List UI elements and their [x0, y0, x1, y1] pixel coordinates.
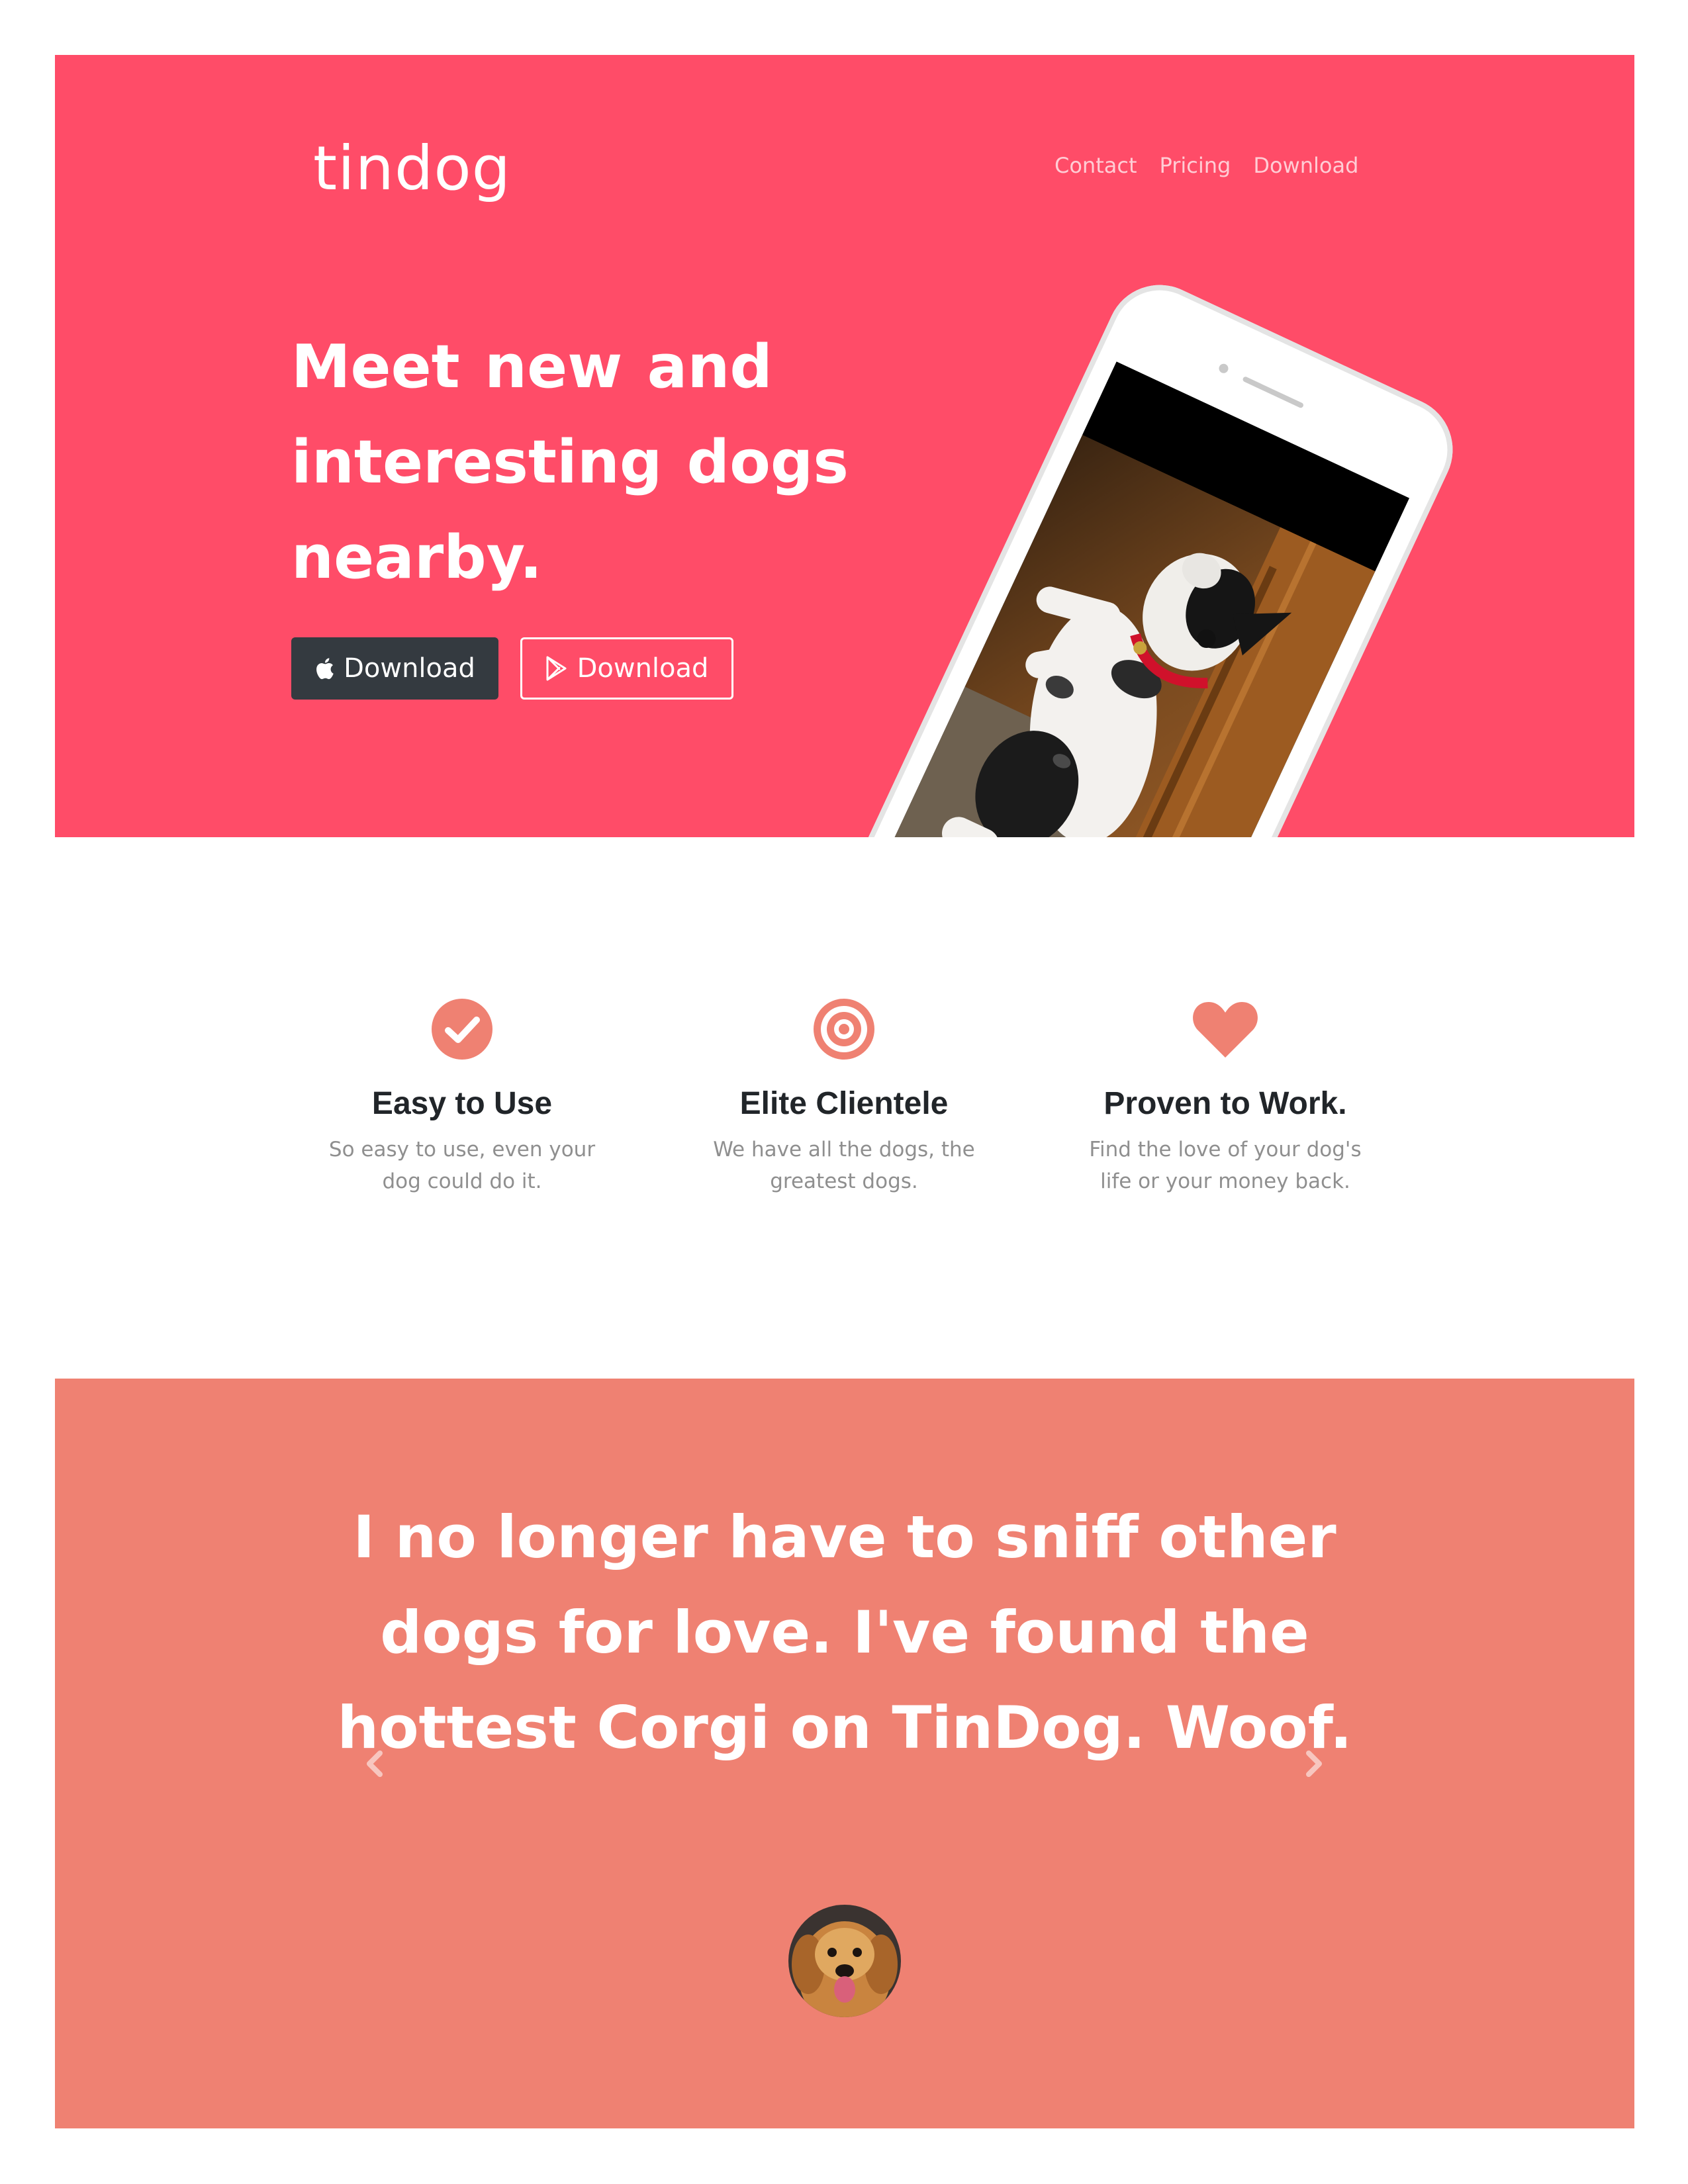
- hero-headline: Meet new and interesting dogs nearby.: [291, 332, 849, 592]
- carousel-next-button[interactable]: [1294, 1744, 1334, 1784]
- apple-download-button[interactable]: Download: [291, 637, 498, 700]
- feature-elite-clientele: Elite Clientele We have all the dogs, th…: [672, 993, 1016, 1197]
- feature-easy-to-use: Easy to Use So easy to use, even your do…: [290, 993, 634, 1197]
- nav-link-download[interactable]: Download: [1253, 153, 1358, 178]
- feature-text: So easy to use, even your dog could do i…: [328, 1138, 596, 1193]
- nav-link-pricing[interactable]: Pricing: [1160, 153, 1231, 178]
- google-play-download-button[interactable]: Download: [520, 637, 733, 700]
- feature-proven-to-work: Proven to Work. Find the love of your do…: [1053, 993, 1397, 1197]
- testimonial-quote: I no longer have to sniff other dogs for…: [337, 1503, 1352, 1762]
- chevron-left-icon: [367, 1751, 383, 1777]
- phone-mockup: [837, 267, 1470, 837]
- feature-text: We have all the dogs, the greatest dogs.: [713, 1138, 975, 1193]
- testimonial-section: I no longer have to sniff other dogs for…: [55, 1379, 1634, 2128]
- chevron-right-icon: [1306, 1751, 1322, 1777]
- phone-screen: [876, 361, 1409, 837]
- dog-avatar: [788, 1905, 901, 2017]
- feature-text: Find the love of your dog's life or your…: [1089, 1138, 1362, 1193]
- apple-download-label: Download: [344, 653, 475, 684]
- phone-speaker: [1242, 375, 1305, 409]
- check-circle-icon: [432, 999, 492, 1060]
- play-store-icon: [545, 656, 568, 681]
- nav-link-contact[interactable]: Contact: [1055, 153, 1137, 178]
- top-nav: Contact Pricing Download: [1055, 153, 1358, 178]
- feature-title: Proven to Work.: [1103, 1086, 1347, 1121]
- bullseye-icon: [814, 999, 874, 1060]
- apple-icon: [314, 657, 334, 680]
- carousel-prev-button[interactable]: [355, 1744, 395, 1784]
- hero-section: tindog Contact Pricing Download Meet new…: [55, 55, 1634, 837]
- feature-title: Easy to Use: [371, 1086, 553, 1121]
- feature-title: Elite Clientele: [739, 1086, 949, 1121]
- heart-icon: [1193, 1002, 1258, 1058]
- testimonial-avatar: [788, 1905, 901, 2017]
- brand-logo[interactable]: tindog: [313, 133, 511, 204]
- phone-camera: [1217, 362, 1230, 375]
- google-play-download-label: Download: [577, 653, 709, 684]
